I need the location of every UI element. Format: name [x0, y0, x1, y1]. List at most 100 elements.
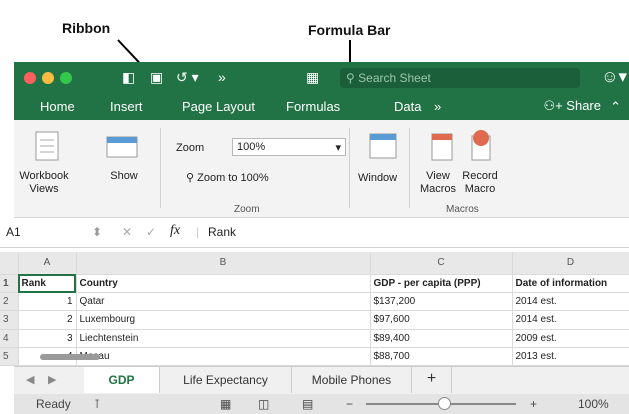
table-cell[interactable]: Macau	[76, 347, 371, 367]
table-row: 1 Rank Country GDP - per capita (PPP) Da…	[0, 274, 629, 294]
add-sheet-button[interactable]: +	[412, 367, 452, 393]
view-macros-button[interactable]: View Macros	[418, 170, 458, 196]
collapse-ribbon-icon[interactable]: ⌃	[610, 99, 621, 115]
sheet-tab-gdp[interactable]: GDP	[84, 367, 160, 393]
table-cell[interactable]: 2009 est.	[512, 329, 629, 348]
macros-group-label: Macros	[446, 204, 479, 215]
chevron-down-icon: ▾	[335, 142, 341, 154]
zoom-level[interactable]: 100%	[578, 397, 609, 411]
table-cell[interactable]: Luxembourg	[76, 310, 371, 330]
save-icon[interactable]: ▣	[150, 69, 163, 86]
column-header[interactable]: C	[370, 252, 513, 275]
ribbon-separator	[409, 128, 410, 208]
minimize-window-button[interactable]	[42, 72, 54, 84]
zoom-in-button[interactable]: +	[530, 397, 537, 411]
undo-icon[interactable]: ↺ ▾	[176, 69, 199, 86]
table-cell[interactable]: 2014 est.	[512, 292, 629, 312]
select-all-corner[interactable]	[0, 252, 19, 275]
table-cell[interactable]: 2014 est.	[512, 310, 629, 330]
table-cell[interactable]: Country	[76, 274, 371, 294]
formula-bar: A1 ⬍ ✕ ✓ fx | Rank	[0, 218, 629, 248]
ribbon: Workbook Views Show Zoom 100% ▾ ⚲ Zoom t…	[14, 120, 629, 218]
zoom-value: 100%	[237, 141, 266, 153]
row-header[interactable]: 1	[0, 274, 19, 294]
row-header[interactable]: 5	[0, 347, 19, 367]
table-cell[interactable]: Date of information	[512, 274, 629, 294]
row-header[interactable]: 4	[0, 329, 19, 348]
add-person-icon: ⚇+	[543, 98, 567, 113]
search-icon: ⚲	[346, 71, 355, 85]
tab-page-layout[interactable]: Page Layout	[182, 99, 255, 114]
zoom-select[interactable]: 100% ▾	[232, 138, 346, 156]
status-text: Ready	[36, 397, 71, 411]
magnifier-icon: ⚲	[186, 172, 198, 184]
table-cell[interactable]: 3	[18, 329, 77, 348]
show-button[interactable]: Show	[104, 170, 144, 183]
table-cell[interactable]: 2	[18, 310, 77, 330]
share-button[interactable]: ⚇+ Share	[543, 98, 601, 114]
show-icon[interactable]	[106, 134, 140, 160]
feedback-smiley-icon[interactable]: ☺▾	[601, 67, 627, 87]
search-sheet-input[interactable]: ⚲ Search Sheet	[340, 68, 580, 88]
sheet-tab-life-expectancy[interactable]: Life Expectancy	[160, 367, 292, 393]
table-cell[interactable]: $97,600	[370, 310, 513, 330]
zoom-to-100-button[interactable]: ⚲ Zoom to 100%	[186, 172, 269, 185]
name-box[interactable]: A1	[6, 225, 21, 239]
zoom-label: Zoom	[176, 142, 205, 154]
function-icon[interactable]: fx	[170, 223, 180, 239]
maximize-window-button[interactable]	[60, 72, 72, 84]
column-header[interactable]: B	[76, 252, 371, 275]
column-header[interactable]: D	[512, 252, 629, 275]
formula-input[interactable]: Rank	[208, 225, 236, 239]
tab-insert[interactable]: Insert	[110, 99, 143, 114]
table-cell[interactable]: Liechtenstein	[76, 329, 371, 348]
close-window-button[interactable]	[24, 72, 36, 84]
tab-formulas[interactable]: Formulas	[286, 99, 340, 114]
ribbon-tabs: Home Insert Page Layout Formulas Data » …	[14, 94, 629, 120]
table-cell[interactable]: 2013 est.	[512, 347, 629, 367]
column-header[interactable]: A	[18, 252, 77, 275]
record-macro-button[interactable]: Record Macro	[458, 170, 502, 196]
tab-home[interactable]: Home	[40, 99, 75, 114]
workbook-views-button[interactable]: Workbook Views	[14, 170, 74, 196]
window-icon[interactable]	[366, 130, 402, 164]
title-bar: ◧ ▣ ↺ ▾ » ▦ ⚲ Search Sheet ☺▾	[14, 62, 629, 94]
zoom-group-label: Zoom	[234, 204, 260, 215]
macro-record-icon[interactable]: ⊺	[94, 397, 100, 411]
sheet-tab-mobile-phones[interactable]: Mobile Phones	[292, 367, 412, 393]
table-cell[interactable]: 1	[18, 292, 77, 312]
page-layout-view-icon[interactable]: ◫	[258, 397, 269, 411]
view-macros-icon[interactable]	[428, 130, 458, 164]
name-box-stepper-icon[interactable]: ⬍	[92, 225, 102, 239]
record-macro-icon[interactable]	[466, 128, 496, 164]
search-placeholder: Search Sheet	[358, 71, 431, 85]
cancel-icon[interactable]: ✕	[122, 225, 132, 239]
more-icon[interactable]: »	[218, 69, 226, 85]
window-button[interactable]: Window	[358, 172, 397, 185]
table-row: 4 3 Liechtenstein $89,400 2009 est.	[0, 329, 629, 348]
tab-data[interactable]: Data	[394, 99, 421, 114]
table-cell[interactable]: Qatar	[76, 292, 371, 312]
normal-view-icon[interactable]: ▦	[220, 397, 231, 411]
workbook-views-icon[interactable]	[34, 130, 64, 164]
table-cell[interactable]: $89,400	[370, 329, 513, 348]
spreadsheet-grid: A B C D 1 Rank Country GDP - per capita …	[0, 252, 629, 367]
table-cell[interactable]: GDP - per capita (PPP)	[370, 274, 513, 294]
row-header[interactable]: 2	[0, 292, 19, 312]
table-row: 2 1 Qatar $137,200 2014 est.	[0, 292, 629, 312]
cell-a1[interactable]: Rank	[18, 274, 77, 294]
tab-more[interactable]: »	[434, 99, 441, 114]
row-header[interactable]: 3	[0, 310, 19, 330]
page-break-view-icon[interactable]: ▤	[302, 397, 313, 411]
next-sheet-icon[interactable]: ▶	[48, 373, 56, 386]
sidebar-toggle-icon[interactable]: ◧	[122, 69, 135, 86]
table-cell[interactable]: $88,700	[370, 347, 513, 367]
confirm-icon[interactable]: ✓	[146, 225, 156, 239]
horizontal-scrollbar[interactable]	[40, 354, 100, 360]
zoom-out-button[interactable]: −	[346, 397, 353, 411]
formula-divider: |	[196, 225, 200, 239]
prev-sheet-icon[interactable]: ◀	[26, 373, 34, 386]
zoom-slider-thumb[interactable]	[438, 397, 451, 410]
table-cell[interactable]: $137,200	[370, 292, 513, 312]
share-label: Share	[566, 98, 601, 113]
